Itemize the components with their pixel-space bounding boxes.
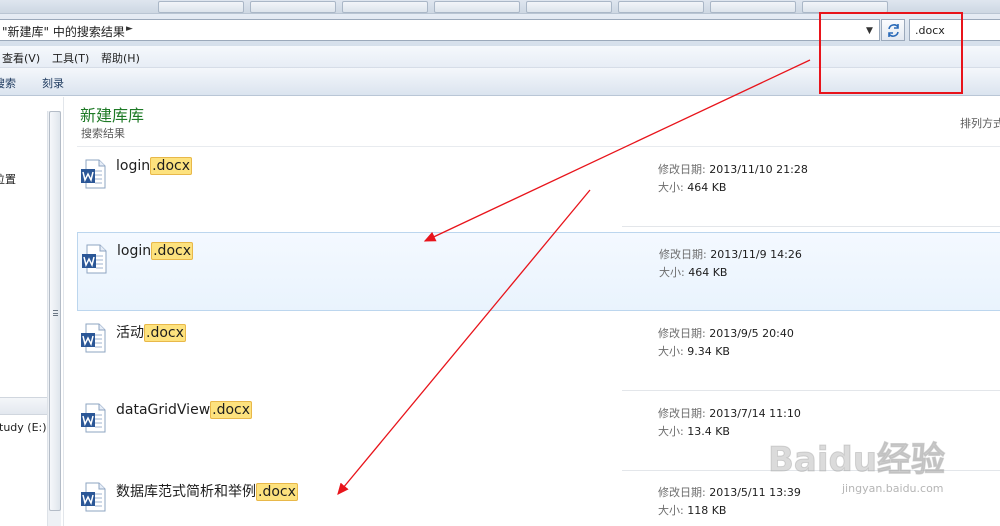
menu-bar: 查看(V) 工具(T) 帮助(H) [0, 46, 1000, 68]
modified-date-label: 修改日期: [658, 486, 706, 499]
toolbar-burn[interactable]: 刻录 [42, 75, 64, 91]
modified-date-value: 2013/7/14 11:10 [709, 407, 801, 420]
file-size: 大小: 118 KB [658, 502, 726, 518]
arrange-by-button[interactable]: 排列方式 [960, 115, 1000, 131]
taskbar-button[interactable] [802, 1, 888, 13]
modified-date: 修改日期: 2013/9/5 20:40 [658, 325, 794, 341]
file-name[interactable]: login .docx [117, 242, 193, 260]
navigation-pane: 位置 tudy (E:) [0, 97, 64, 526]
menu-tools[interactable]: 工具(T) [52, 50, 89, 66]
file-size-label: 大小: [658, 504, 684, 517]
file-name-base: 数据库范式简析和举例 [116, 484, 256, 500]
modified-date-label: 修改日期: [658, 163, 706, 176]
taskbar-button[interactable] [618, 1, 704, 13]
toolbar-search[interactable]: 搜索 [0, 75, 16, 91]
file-name[interactable]: 数据库范式简析和举例 .docx [116, 481, 298, 501]
address-bar[interactable]: "新建库" 中的搜索结果 ► ▼ [0, 19, 880, 41]
taskbar-button[interactable] [158, 1, 244, 13]
nav-scrollbar-thumb[interactable] [49, 111, 61, 511]
chevron-down-icon[interactable]: ▼ [866, 26, 873, 36]
file-name[interactable]: login .docx [116, 157, 192, 175]
search-input[interactable] [910, 20, 996, 40]
search-box[interactable] [909, 19, 1000, 41]
modified-date-label: 修改日期: [658, 407, 706, 420]
modified-date: 修改日期: 2013/7/14 11:10 [658, 405, 801, 421]
word-document-icon [82, 244, 107, 274]
refresh-button[interactable] [881, 19, 905, 41]
search-match-highlight: .docx [151, 242, 193, 260]
file-size-label: 大小: [658, 425, 684, 438]
row-divider [622, 390, 1000, 391]
file-name[interactable]: dataGridView .docx [116, 401, 253, 419]
nav-scrollbar[interactable] [47, 111, 61, 526]
taskbar-button[interactable] [710, 1, 796, 13]
file-name-base: 活动 [116, 325, 144, 341]
file-name-base: login [116, 158, 151, 174]
taskbar-button[interactable] [526, 1, 612, 13]
file-name-base: dataGridView [116, 402, 211, 418]
search-match-highlight: .docx [144, 324, 186, 342]
file-size: 大小: 9.34 KB [658, 343, 730, 359]
modified-date: 修改日期: 2013/11/9 14:26 [659, 246, 802, 262]
toolbar: 搜索 刻录 [0, 68, 1000, 96]
file-size: 大小: 464 KB [658, 179, 726, 195]
content-pane: 新建库库 搜索结果 排列方式 login .docx 修改日期: 2013/11/1… [65, 97, 1000, 526]
file-name[interactable]: 活动 .docx [116, 322, 186, 342]
file-size-value: 9.34 KB [687, 345, 730, 358]
file-size-value: 118 KB [687, 504, 727, 517]
taskbar-button[interactable] [342, 1, 428, 13]
file-size-label: 大小: [658, 345, 684, 358]
modified-date-value: 2013/5/11 13:39 [709, 486, 801, 499]
word-document-icon [81, 403, 106, 433]
library-title: 新建库库 [80, 106, 145, 125]
word-document-icon [81, 323, 106, 353]
taskbar-button[interactable] [434, 1, 520, 13]
chevron-right-icon[interactable]: ► [126, 24, 133, 34]
nav-item-drive[interactable]: tudy (E:) [0, 421, 47, 434]
file-row[interactable]: login .docx 修改日期: 2013/11/10 21:28 大小: 464 … [77, 148, 1000, 227]
file-size: 大小: 13.4 KB [658, 423, 730, 439]
modified-date-value: 2013/11/10 21:28 [709, 163, 808, 176]
file-row[interactable]: 活动 .docx 修改日期: 2013/9/5 20:40 大小: 9.34 KB [77, 312, 1000, 391]
modified-date-value: 2013/9/5 20:40 [709, 327, 794, 340]
address-row: "新建库" 中的搜索结果 ► ▼ [0, 14, 1000, 46]
file-size-label: 大小: [658, 181, 684, 194]
search-match-highlight: .docx [210, 401, 253, 419]
file-size-value: 464 KB [688, 266, 728, 279]
file-row[interactable]: 数据库范式简析和举例 .docx 修改日期: 2013/5/11 13:39 大小: … [77, 471, 1000, 526]
modified-date-label: 修改日期: [659, 248, 707, 261]
refresh-icon [888, 24, 899, 37]
file-row[interactable]: dataGridView .docx 修改日期: 2013/7/14 11:10 大小… [77, 392, 1000, 471]
word-document-icon [81, 159, 106, 189]
breadcrumb[interactable]: "新建库" 中的搜索结果 [2, 23, 125, 40]
library-subtitle: 搜索结果 [81, 127, 125, 140]
nav-separator [0, 397, 47, 415]
modified-date: 修改日期: 2013/11/10 21:28 [658, 161, 808, 177]
search-match-highlight: .docx [256, 483, 298, 501]
menu-help[interactable]: 帮助(H) [101, 50, 140, 66]
nav-item-location[interactable]: 位置 [0, 171, 16, 187]
row-divider [622, 226, 1000, 227]
file-size-value: 13.4 KB [687, 425, 730, 438]
file-size-value: 464 KB [687, 181, 727, 194]
modified-date-label: 修改日期: [658, 327, 706, 340]
file-name-base: login [117, 243, 152, 259]
file-size: 大小: 464 KB [659, 264, 727, 280]
menu-view[interactable]: 查看(V) [2, 50, 40, 66]
taskbar-button[interactable] [250, 1, 336, 13]
file-size-label: 大小: [659, 266, 685, 279]
search-match-highlight: .docx [150, 157, 192, 175]
file-row[interactable]: login .docx 修改日期: 2013/11/9 14:26 大小: 464 K… [77, 232, 1000, 311]
taskbar-strip [0, 0, 1000, 14]
header-divider [77, 146, 1000, 147]
word-document-icon [81, 482, 106, 512]
modified-date: 修改日期: 2013/5/11 13:39 [658, 484, 801, 500]
modified-date-value: 2013/11/9 14:26 [710, 248, 802, 261]
